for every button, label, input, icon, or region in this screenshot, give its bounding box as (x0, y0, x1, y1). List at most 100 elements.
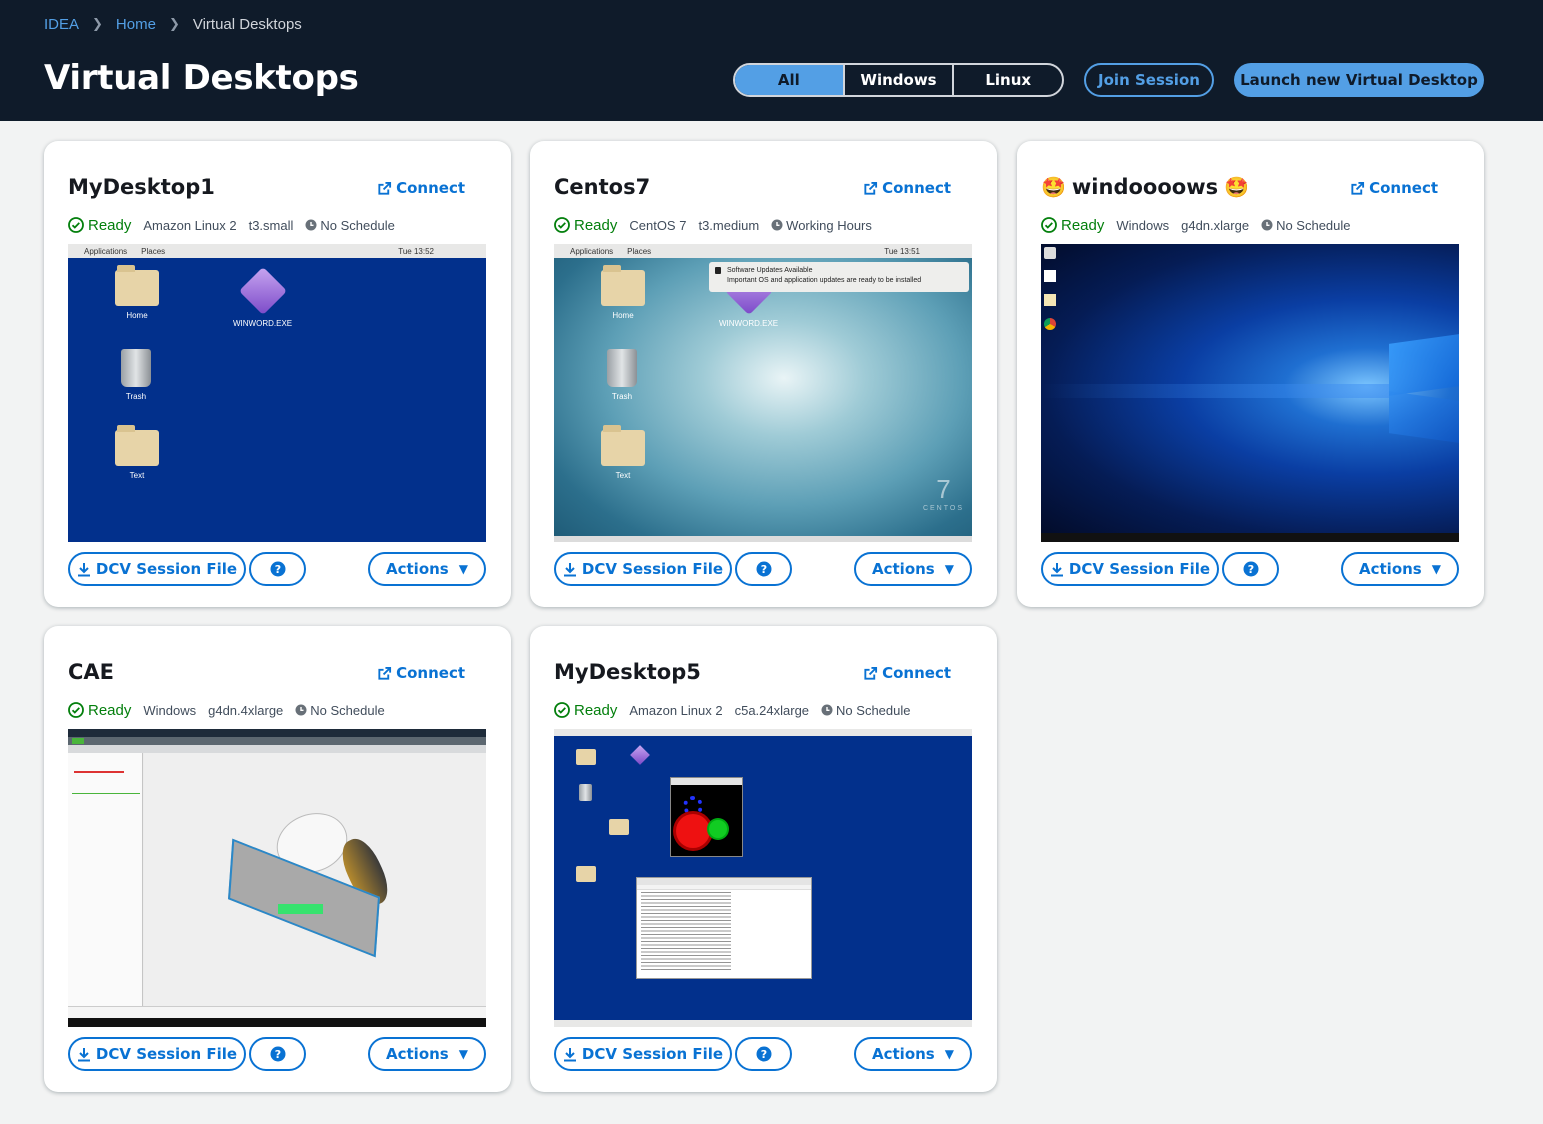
session-meta: Ready CentOS 7 t3.medium Working Hours (554, 215, 872, 235)
actions-label: Actions (386, 560, 449, 578)
desktop-icon-trash: Trash (607, 349, 637, 401)
download-icon (563, 1047, 576, 1061)
dcv-session-file-button[interactable]: DCV Session File (68, 1037, 246, 1071)
filter-windows[interactable]: Windows (845, 65, 955, 95)
breadcrumb-home[interactable]: Home (116, 16, 156, 33)
lock-icon (715, 267, 721, 274)
winword-icon (238, 266, 287, 316)
help-icon: ? (1243, 561, 1258, 577)
schedule: No Schedule (305, 218, 395, 233)
card-actions: DCV Session File ? Actions ▼ (68, 1037, 486, 1071)
folder-icon (601, 265, 645, 306)
clock-icon (771, 219, 783, 231)
applications-menu: Applications (84, 246, 128, 256)
status-ready: Ready (68, 217, 131, 234)
terminal-window[interactable] (636, 877, 812, 979)
actions-dropdown[interactable]: Actions ▼ (1341, 552, 1459, 586)
filter-all[interactable]: All (735, 65, 845, 95)
help-icon: ? (270, 1046, 285, 1062)
desktop-screenshot[interactable]: Applications Places Tue 13:52 Home WINWO… (68, 244, 486, 542)
gear-blue (683, 796, 703, 816)
dcv-session-file-button[interactable]: DCV Session File (554, 1037, 732, 1071)
clock-icon (305, 219, 317, 231)
actions-dropdown[interactable]: Actions ▼ (854, 552, 972, 586)
session-card: CAE Connect Ready Windows g4dn.4xlarge N… (44, 626, 511, 1092)
connect-link[interactable]: Connect (377, 179, 465, 197)
help-button[interactable]: ? (1222, 552, 1279, 586)
help-icon: ? (270, 561, 285, 577)
folder-icon (601, 425, 645, 466)
caret-down-icon: ▼ (458, 562, 468, 576)
svg-text:?: ? (274, 1048, 280, 1061)
external-link-icon (864, 181, 878, 195)
folder-icon (609, 819, 629, 835)
status-ready: Ready (554, 702, 617, 719)
external-link-icon (378, 666, 392, 680)
join-session-button[interactable]: Join Session (1084, 63, 1214, 97)
clock-icon (295, 704, 307, 716)
places-menu: Places (627, 246, 652, 256)
session-thumbnail[interactable]: Applications Places Tue 13:51 Home WINWO… (554, 244, 972, 542)
desktop-screenshot[interactable]: Applications Places Tue 13:51 Home WINWO… (554, 244, 972, 542)
connect-label: Connect (396, 664, 465, 682)
trash-icon (121, 349, 151, 387)
session-meta: Ready Windows g4dn.xlarge No Schedule (1041, 215, 1351, 235)
dcv-session-file-button[interactable]: DCV Session File (554, 552, 732, 586)
session-thumbnail[interactable] (1041, 244, 1459, 542)
status-ready: Ready (1041, 217, 1104, 234)
star-struck-emoji-icon: 🤩 (1041, 175, 1066, 199)
windows-taskbar (68, 1018, 486, 1027)
icon-label: WINWORD.EXE (233, 319, 293, 328)
session-name-text: CAE (68, 660, 115, 684)
filter-linux[interactable]: Linux (954, 65, 1062, 95)
help-icon: ? (756, 561, 771, 577)
session-thumbnail[interactable]: Applications Places Tue 13:52 Home WINWO… (68, 244, 486, 542)
breadcrumb-idea[interactable]: IDEA (44, 16, 79, 33)
connect-link[interactable]: Connect (863, 179, 951, 197)
session-name-text: MyDesktop1 (68, 175, 215, 199)
desktop-screenshot[interactable] (68, 729, 486, 1027)
clock-icon (1261, 219, 1273, 231)
session-name-text: windoooows (1071, 175, 1219, 199)
actions-dropdown[interactable]: Actions ▼ (368, 552, 486, 586)
help-button[interactable]: ? (249, 552, 306, 586)
glxgears-window[interactable] (670, 777, 743, 857)
connect-link[interactable]: Connect (1350, 179, 1438, 197)
external-link-icon (1351, 181, 1365, 195)
connect-link[interactable]: Connect (863, 664, 951, 682)
schedule: No Schedule (821, 702, 911, 718)
actions-dropdown[interactable]: Actions ▼ (854, 1037, 972, 1071)
launch-desktop-button[interactable]: Launch new Virtual Desktop (1234, 63, 1484, 97)
folder-icon (576, 749, 596, 765)
schedule-label: No Schedule (310, 702, 385, 718)
check-circle-icon (554, 702, 570, 718)
desktop-screenshot[interactable] (1041, 244, 1459, 542)
help-button[interactable]: ? (735, 1037, 792, 1071)
help-button[interactable]: ? (249, 1037, 306, 1071)
session-name: MyDesktop1 (68, 175, 215, 199)
schedule-label: No Schedule (836, 702, 911, 718)
external-link-icon (378, 181, 392, 195)
session-thumbnail[interactable] (68, 729, 486, 1027)
applications-menu: Applications (570, 246, 614, 256)
actions-dropdown[interactable]: Actions ▼ (368, 1037, 486, 1071)
dcv-session-file-button[interactable]: DCV Session File (68, 552, 246, 586)
desktop-screenshot[interactable] (554, 729, 972, 1027)
help-button[interactable]: ? (735, 552, 792, 586)
session-thumbnail[interactable] (554, 729, 972, 1027)
bottom-panel (554, 1020, 972, 1027)
card-actions: DCV Session File ? Actions ▼ (1041, 552, 1459, 586)
connect-label: Connect (882, 179, 951, 197)
session-name: 🤩 windoooows 🤩 (1041, 175, 1249, 199)
connect-link[interactable]: Connect (377, 664, 465, 682)
dcv-session-file-button[interactable]: DCV Session File (1041, 552, 1219, 586)
gear-green (709, 820, 727, 838)
model-tree-panel (68, 753, 143, 1008)
top-header: IDEA ❯ Home ❯ Virtual Desktops Virtual D… (0, 0, 1543, 121)
trash-icon (607, 349, 637, 387)
notification-popup[interactable]: Software Updates Available Important OS … (709, 262, 969, 292)
download-icon (563, 562, 576, 576)
places-menu: Places (141, 246, 166, 256)
star-struck-emoji-icon: 🤩 (1224, 175, 1250, 199)
winword-icon (630, 745, 650, 765)
